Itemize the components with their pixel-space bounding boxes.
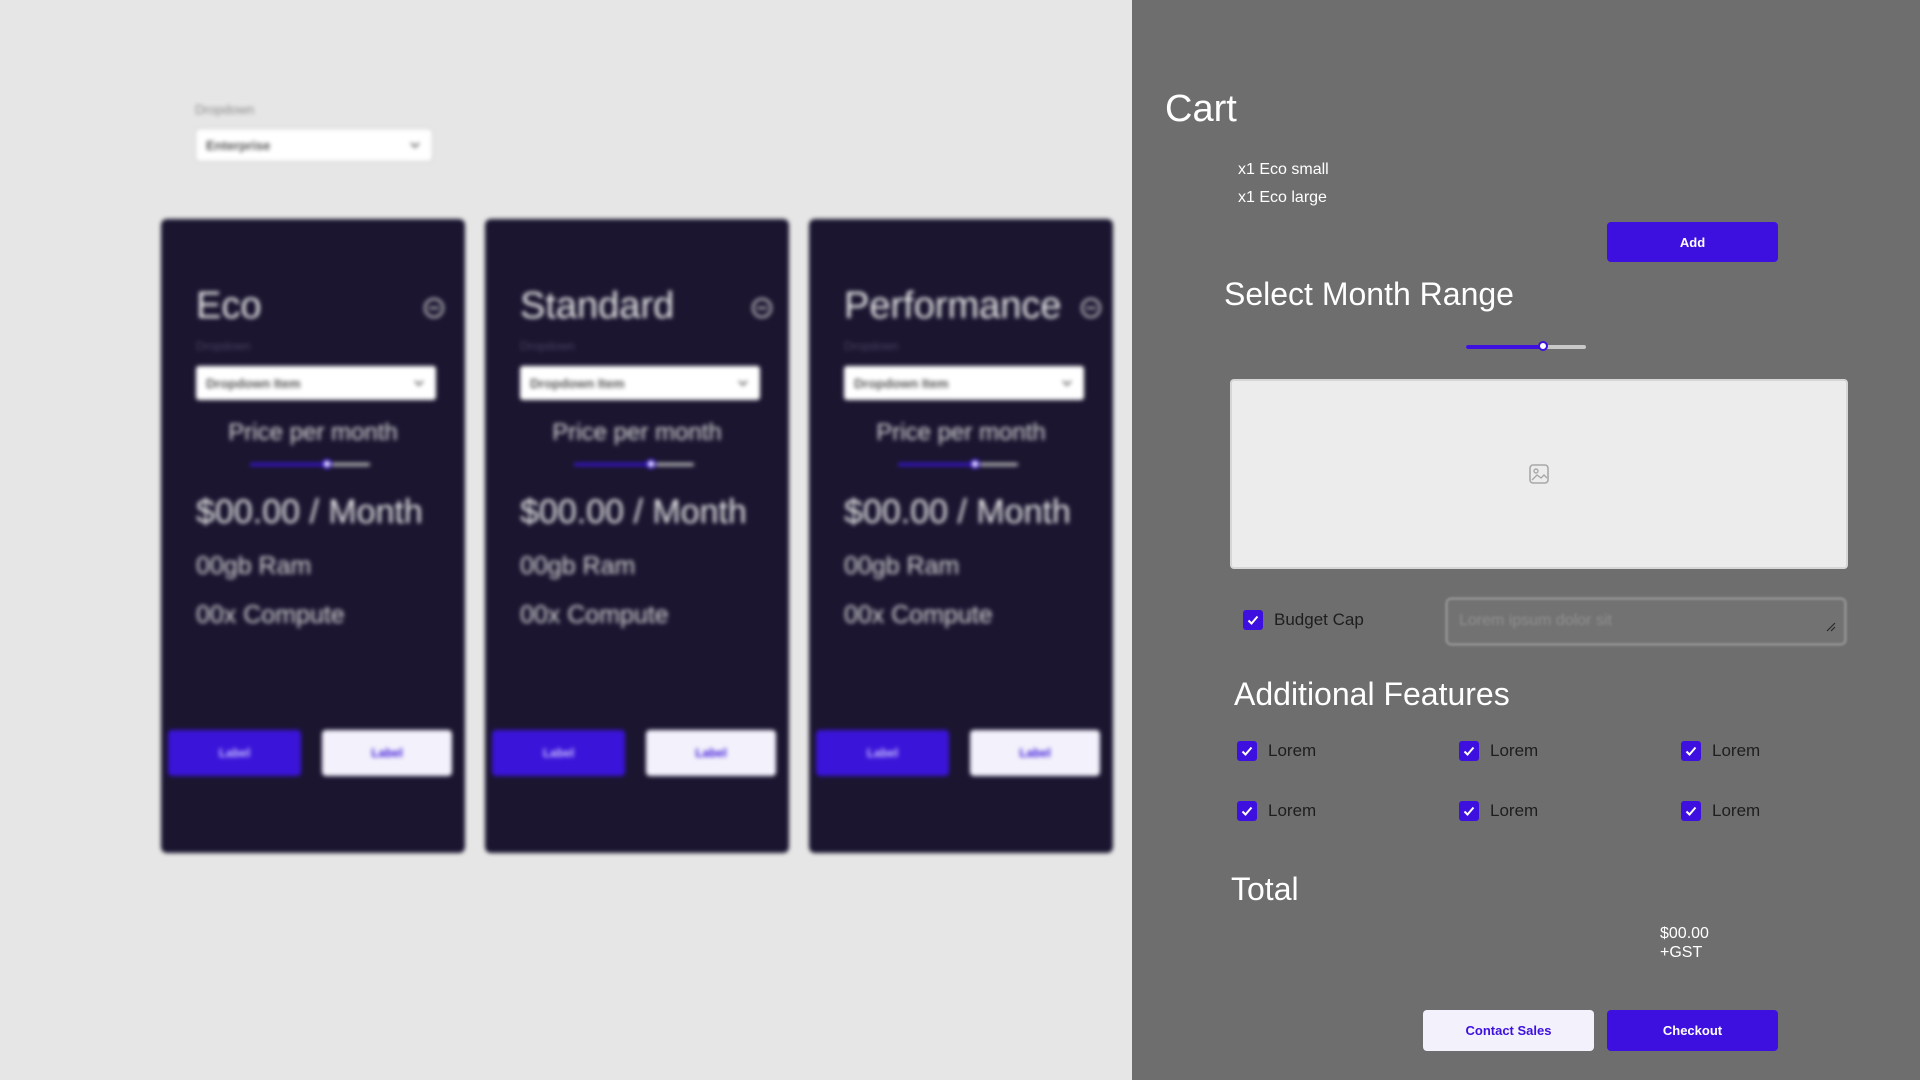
feature-label: Lorem: [1268, 741, 1317, 760]
plan-price: $00.00 / Month: [844, 493, 1071, 531]
cart-title: Cart: [1165, 88, 1237, 130]
checkmark-icon: [1463, 746, 1475, 756]
month-range-slider[interactable]: [1466, 341, 1586, 351]
plan-primary-button[interactable]: Label: [168, 730, 301, 776]
plan-compute: 00x Compute: [196, 601, 345, 629]
plan-title: Eco: [196, 285, 262, 327]
plan-dropdown-value: Dropdown Item: [530, 375, 625, 391]
price-per-month-label: Price per month: [228, 419, 398, 446]
plan-secondary-button[interactable]: Label: [322, 730, 452, 776]
feature-checkbox[interactable]: Lorem: [1459, 741, 1538, 761]
plan-ram: 00gb Ram: [196, 552, 312, 580]
plan-dropdown-value: Dropdown Item: [206, 375, 301, 391]
cart-panel: Cart x1 Eco small x1 Eco large Add Selec…: [1132, 0, 1920, 1080]
checkbox[interactable]: [1237, 801, 1257, 821]
plan-dropdown[interactable]: Dropdown Item: [844, 366, 1084, 400]
price-per-month-label: Price per month: [876, 419, 1046, 446]
additional-features-heading: Additional Features: [1234, 676, 1510, 712]
plan-secondary-button[interactable]: Label: [646, 730, 776, 776]
plan-dropdown-label: Dropdown: [196, 339, 251, 353]
plan-dropdown-label: Dropdown: [520, 339, 575, 353]
budget-cap-checkbox-row[interactable]: Budget Cap: [1243, 610, 1364, 630]
minus-circle-icon[interactable]: [1080, 297, 1102, 319]
checkmark-icon: [1241, 806, 1253, 816]
plan-card-eco: Eco Dropdown Dropdown Item Price per mon…: [161, 219, 465, 853]
budget-cap-checkbox[interactable]: [1243, 610, 1263, 630]
budget-cap-input[interactable]: Lorem ipsum dolor sit: [1446, 598, 1846, 645]
checkout-button[interactable]: Checkout: [1607, 1010, 1778, 1051]
top-dropdown-label: Dropdown: [195, 102, 255, 117]
plan-dropdown[interactable]: Dropdown Item: [196, 366, 436, 400]
plan-price: $00.00 / Month: [196, 493, 423, 531]
plan-ram: 00gb Ram: [844, 552, 960, 580]
plan-primary-button[interactable]: Label: [492, 730, 625, 776]
plan-title: Performance: [844, 285, 1062, 327]
feature-label: Lorem: [1268, 801, 1317, 820]
plan-compute: 00x Compute: [844, 601, 993, 629]
contact-sales-button[interactable]: Contact Sales: [1423, 1010, 1594, 1051]
slider-knob[interactable]: [645, 459, 656, 469]
total-heading: Total: [1231, 871, 1299, 907]
feature-label: Lorem: [1490, 741, 1539, 760]
month-range-heading: Select Month Range: [1224, 276, 1514, 312]
add-button[interactable]: Add: [1607, 222, 1778, 262]
top-dropdown[interactable]: Enterprise: [195, 128, 433, 162]
feature-label: Lorem: [1712, 741, 1761, 760]
slider-knob[interactable]: [321, 459, 332, 469]
plan-compute: 00x Compute: [520, 601, 669, 629]
feature-label: Lorem: [1490, 801, 1539, 820]
price-per-month-label: Price per month: [552, 419, 722, 446]
minus-circle-icon[interactable]: [751, 297, 773, 319]
cart-item: x1 Eco large: [1238, 189, 1327, 206]
price-slider[interactable]: [574, 459, 694, 469]
plan-card-performance: Performance Dropdown Dropdown Item Price…: [809, 219, 1113, 853]
checkmark-icon: [1685, 806, 1697, 816]
feature-checkbox[interactable]: Lorem: [1681, 741, 1760, 761]
feature-checkbox[interactable]: Lorem: [1237, 741, 1316, 761]
chevron-down-icon: [414, 380, 424, 387]
chevron-down-icon: [738, 380, 748, 387]
checkbox[interactable]: [1681, 741, 1701, 761]
total-amount: $00.00: [1660, 925, 1709, 942]
plan-dropdown-label: Dropdown: [844, 339, 899, 353]
plan-title: Standard: [520, 285, 675, 327]
image-placeholder: [1230, 379, 1848, 569]
checkmark-icon: [1247, 615, 1259, 625]
resize-handle-icon[interactable]: [1824, 620, 1836, 632]
plan-dropdown-value: Dropdown Item: [854, 375, 949, 391]
plan-dropdown[interactable]: Dropdown Item: [520, 366, 760, 400]
slider-knob[interactable]: [969, 459, 980, 469]
checkbox[interactable]: [1459, 741, 1479, 761]
feature-checkbox[interactable]: Lorem: [1237, 801, 1316, 821]
plan-ram: 00gb Ram: [520, 552, 636, 580]
chevron-down-icon: [410, 142, 420, 149]
plan-secondary-button[interactable]: Label: [970, 730, 1100, 776]
plan-price: $00.00 / Month: [520, 493, 747, 531]
total-amount-block: $00.00 +GST: [1660, 924, 1709, 962]
total-tax-note: +GST: [1660, 944, 1703, 961]
plan-selection-background: Dropdown Enterprise Eco Dropdown Dropdow…: [0, 0, 1132, 1080]
feature-checkbox[interactable]: Lorem: [1459, 801, 1538, 821]
top-dropdown-value: Enterprise: [206, 137, 271, 153]
checkbox[interactable]: [1237, 741, 1257, 761]
plan-card-standard: Standard Dropdown Dropdown Item Price pe…: [485, 219, 789, 853]
plan-primary-button[interactable]: Label: [816, 730, 949, 776]
checkmark-icon: [1463, 806, 1475, 816]
checkmark-icon: [1241, 746, 1253, 756]
checkmark-icon: [1685, 746, 1697, 756]
minus-circle-icon[interactable]: [423, 297, 445, 319]
cart-item: x1 Eco small: [1238, 161, 1329, 178]
budget-cap-label: Budget Cap: [1274, 610, 1364, 629]
image-icon: [1529, 464, 1549, 484]
feature-label: Lorem: [1712, 801, 1761, 820]
chevron-down-icon: [1062, 380, 1072, 387]
price-slider[interactable]: [898, 459, 1018, 469]
price-slider[interactable]: [250, 459, 370, 469]
feature-checkbox[interactable]: Lorem: [1681, 801, 1760, 821]
checkbox[interactable]: [1681, 801, 1701, 821]
slider-knob[interactable]: [1537, 341, 1548, 351]
checkbox[interactable]: [1459, 801, 1479, 821]
